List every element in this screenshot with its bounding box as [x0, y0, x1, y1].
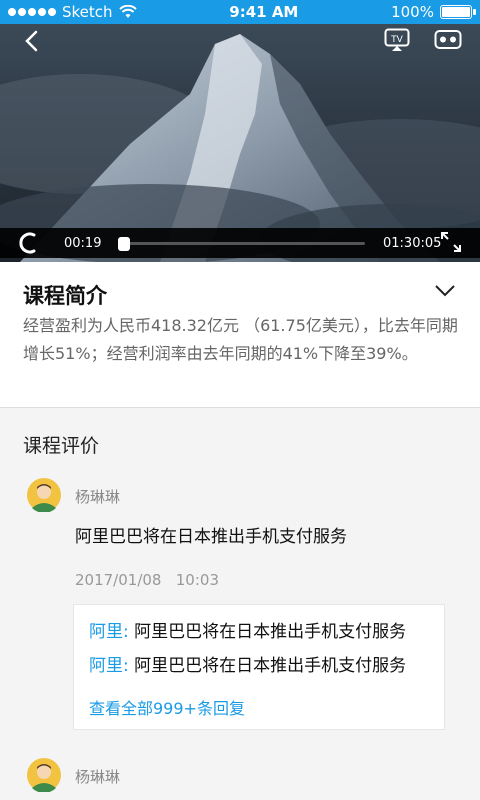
video-controls: 00:19 01:30:05: [0, 228, 480, 258]
intro-title: 课程简介: [23, 284, 107, 308]
status-time: 9:41 AM: [229, 3, 299, 21]
reviewer-name: 杨琳琳: [75, 768, 121, 786]
video-frame: [0, 24, 480, 262]
vr-icon[interactable]: [434, 29, 462, 51]
avatar: [27, 478, 61, 512]
status-left: Sketch: [8, 3, 137, 21]
signal-icon: [8, 8, 56, 16]
current-time: 00:19: [64, 236, 102, 251]
reply-author[interactable]: 阿里:: [89, 656, 129, 676]
reply-text: 阿里巴巴将在日本推出手机支付服务: [128, 656, 407, 676]
seek-thumb[interactable]: [118, 237, 130, 251]
status-bar: Sketch 9:41 AM 100%: [0, 0, 480, 24]
reviews-title: 课程评价: [23, 435, 100, 457]
view-all-replies-link[interactable]: 查看全部999+条回复: [89, 695, 245, 719]
svg-text:TV: TV: [390, 35, 403, 45]
intro-description: 经营盈利为人民币418.32亿元 （61.75亿美元），比去年同期增长51%；经…: [23, 316, 458, 363]
reply-item: 阿里: 阿里巴巴将在日本推出手机支付服务: [89, 651, 406, 676]
status-right: 100%: [391, 3, 476, 21]
chevron-down-icon[interactable]: [434, 284, 456, 298]
carrier-label: Sketch: [62, 3, 113, 21]
reply-text: 阿里巴巴将在日本推出手机支付服务: [128, 622, 407, 642]
avatar: [27, 758, 61, 792]
back-icon[interactable]: [22, 30, 42, 52]
review-text: 阿里巴巴将在日本推出手机支付服务: [75, 527, 347, 547]
loading-icon: [19, 232, 36, 254]
battery-percent: 100%: [391, 3, 434, 21]
total-time: 01:30:05: [383, 236, 442, 251]
course-intro-section: 课程简介 经营盈利为人民币418.32亿元 （61.75亿美元），比去年同期增长…: [0, 262, 480, 408]
video-player[interactable]: TV 00:19 01:30:05: [0, 24, 480, 262]
review-time: 2017/01/08 10:03: [75, 571, 219, 589]
reply-author[interactable]: 阿里:: [89, 622, 129, 642]
reply-item: 阿里: 阿里巴巴将在日本推出手机支付服务: [89, 617, 406, 642]
tv-cast-icon[interactable]: TV: [384, 28, 410, 52]
reviewer-name: 杨琳琳: [75, 488, 121, 506]
seek-bar[interactable]: [118, 237, 365, 251]
battery-icon: [439, 5, 476, 19]
fullscreen-icon[interactable]: [440, 231, 462, 253]
wifi-icon: [118, 5, 137, 18]
reply-box: 阿里: 阿里巴巴将在日本推出手机支付服务 阿里: 阿里巴巴将在日本推出手机支付服…: [73, 604, 445, 730]
